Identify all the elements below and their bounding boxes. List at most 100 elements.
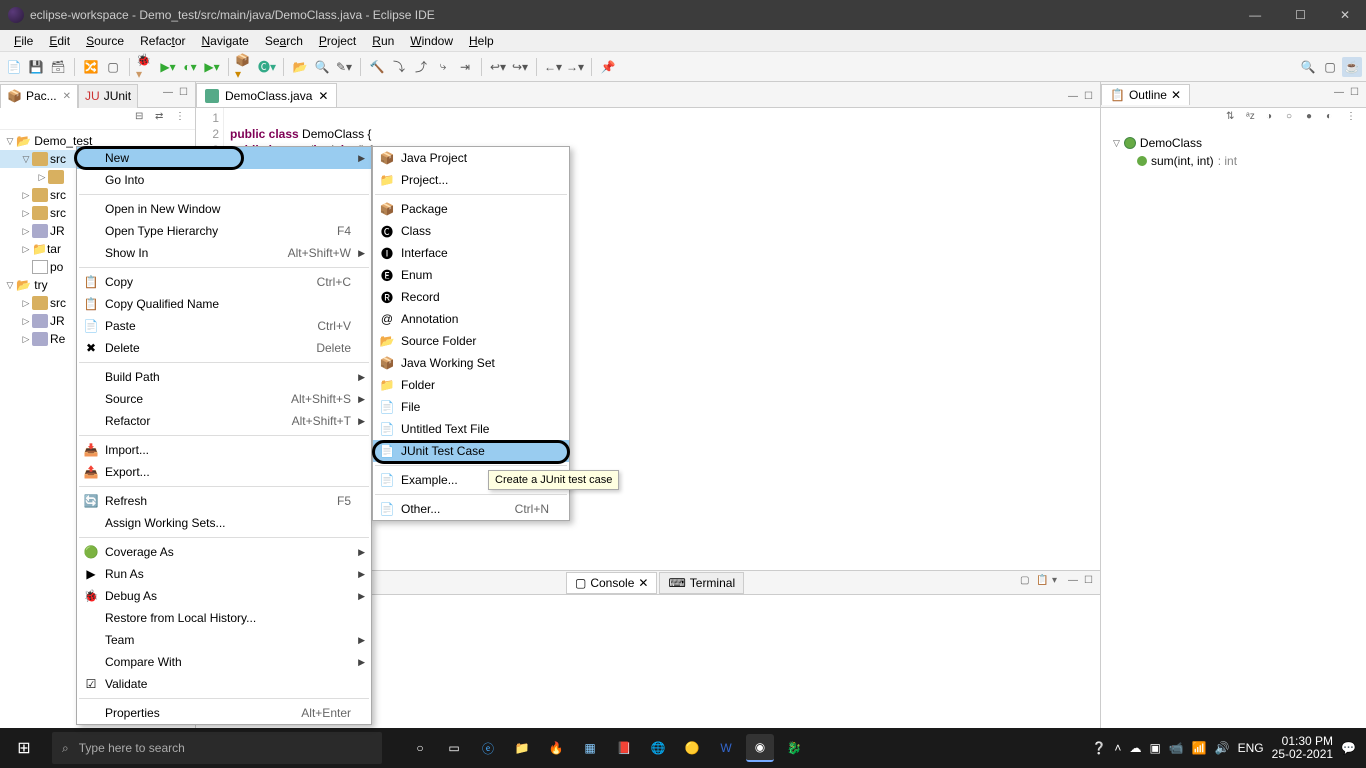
min-outline-icon[interactable]: ― — [1334, 87, 1350, 103]
menu-item-build-path[interactable]: Build Path▶ — [77, 366, 371, 388]
console-max-icon[interactable]: ☐ — [1084, 575, 1100, 591]
close-editor-icon[interactable]: ✕ — [318, 89, 328, 103]
menu-item-show-in[interactable]: Show InAlt+Shift+W▶ — [77, 242, 371, 264]
editor-tab-democlass[interactable]: DemoClass.java ✕ — [196, 83, 337, 107]
outline-class-node[interactable]: ▽DemoClass — [1105, 134, 1362, 152]
step2-icon[interactable]: ⤴ — [411, 57, 431, 77]
taskview-icon[interactable]: ▭ — [440, 734, 468, 762]
outline-method-node[interactable]: sum(int, int) : int — [1105, 152, 1362, 170]
menu-search[interactable]: Search — [257, 32, 311, 50]
newclass-icon[interactable]: 🅒▾ — [257, 57, 277, 77]
menu-item-refactor[interactable]: RefactorAlt+Shift+T▶ — [77, 410, 371, 432]
menu-item-refresh[interactable]: 🔄RefreshF5 — [77, 490, 371, 512]
junit-tab[interactable]: JU JUnit — [78, 84, 138, 108]
terminal-icon[interactable]: ▢ — [103, 57, 123, 77]
sort-icon[interactable]: ⇅ — [1226, 111, 1242, 127]
console-btn3[interactable]: ▾ — [1052, 575, 1068, 591]
coverage-icon[interactable]: ◐▾ — [180, 57, 200, 77]
persp-java-icon[interactable]: ☕ — [1342, 57, 1362, 77]
menu-item-project-[interactable]: 📁Project... — [373, 169, 569, 191]
close-button[interactable]: ✕ — [1332, 8, 1358, 22]
menu-item-validate[interactable]: ☑Validate — [77, 673, 371, 695]
hide-fields-icon[interactable]: ◑ — [1266, 111, 1282, 127]
menu-edit[interactable]: Edit — [41, 32, 78, 50]
tray-up-icon[interactable]: ˄ — [1114, 741, 1121, 755]
debug-icon[interactable]: 🐞▾ — [136, 57, 156, 77]
menu-item-export-[interactable]: 📤Export... — [77, 461, 371, 483]
menu-item-junit-test-case[interactable]: 📄JUnit Test Case — [373, 440, 569, 462]
search2-icon[interactable]: 🔍 — [312, 57, 332, 77]
opentype-icon[interactable]: 📂 — [290, 57, 310, 77]
close-tab-icon[interactable]: ✕ — [63, 91, 71, 102]
menu-item-annotation[interactable]: @Annotation — [373, 308, 569, 330]
tray-notif-icon[interactable]: 💬 — [1341, 741, 1356, 755]
app1-icon[interactable]: 🔥 — [542, 734, 570, 762]
nav2-icon[interactable]: ↪▾ — [510, 57, 530, 77]
max-editor-icon[interactable]: ☐ — [1084, 91, 1100, 107]
link-icon[interactable]: ⇄ — [155, 111, 171, 127]
menu-item-source-folder[interactable]: 📂Source Folder — [373, 330, 569, 352]
app2-icon[interactable]: 📕 — [610, 734, 638, 762]
tray-volume-icon[interactable]: 🔊 — [1215, 741, 1230, 755]
menu-item-compare-with[interactable]: Compare With▶ — [77, 651, 371, 673]
hide-nonpublic-icon[interactable]: ● — [1306, 111, 1322, 127]
explorer-icon[interactable]: 📁 — [508, 734, 536, 762]
taskbar-clock[interactable]: 01:30 PM 25-02-2021 — [1272, 735, 1333, 761]
menu-source[interactable]: Source — [78, 32, 132, 50]
tray-meet-icon[interactable]: 📹 — [1169, 741, 1184, 755]
ie-icon[interactable]: ⓔ — [474, 734, 502, 762]
menu-item-package[interactable]: 📦Package — [373, 198, 569, 220]
menu-item-import-[interactable]: 📥Import... — [77, 439, 371, 461]
menu-item-team[interactable]: Team▶ — [77, 629, 371, 651]
viewmenu-icon[interactable]: ⋮ — [175, 111, 191, 127]
console-tab[interactable]: ▢Console✕ — [566, 572, 657, 594]
tray-lang[interactable]: ENG — [1238, 741, 1264, 755]
menu-item-coverage-as[interactable]: 🟢Coverage As▶ — [77, 541, 371, 563]
menu-item-other-[interactable]: 📄Other...Ctrl+N — [373, 498, 569, 520]
max-view-icon[interactable]: ☐ — [179, 87, 195, 103]
outline-menu-icon[interactable]: ⋮ — [1346, 111, 1362, 127]
menu-item-folder[interactable]: 📁Folder — [373, 374, 569, 396]
menu-window[interactable]: Window — [402, 32, 461, 50]
step4-icon[interactable]: ⇥ — [455, 57, 475, 77]
package-explorer-tab[interactable]: 📦 Pac... ✕ — [0, 84, 78, 108]
build-icon[interactable]: 🔨 — [367, 57, 387, 77]
close-icon[interactable]: ✕ — [1171, 88, 1181, 102]
minimize-button[interactable]: ― — [1241, 8, 1269, 22]
maximize-button[interactable]: ☐ — [1287, 8, 1314, 22]
min-editor-icon[interactable]: ― — [1068, 91, 1084, 107]
menu-item-java-project[interactable]: 📦Java Project — [373, 147, 569, 169]
menu-item-go-into[interactable]: Go Into — [77, 169, 371, 191]
menu-file[interactable]: File — [6, 32, 41, 50]
min-view-icon[interactable]: ― — [163, 87, 179, 103]
menu-project[interactable]: Project — [311, 32, 364, 50]
tray-onedrive-icon[interactable]: ☁ — [1129, 741, 1141, 755]
wand-icon[interactable]: ✎▾ — [334, 57, 354, 77]
tray-help-icon[interactable]: ❔ — [1091, 741, 1106, 755]
menu-item-copy[interactable]: 📋CopyCtrl+C — [77, 271, 371, 293]
close-icon[interactable]: ✕ — [638, 576, 648, 590]
menu-item-copy-qualified-name[interactable]: 📋Copy Qualified Name — [77, 293, 371, 315]
menu-item-delete[interactable]: ✖DeleteDelete — [77, 337, 371, 359]
menu-help[interactable]: Help — [461, 32, 502, 50]
menu-item-restore-from-local-history-[interactable]: Restore from Local History... — [77, 607, 371, 629]
start-button[interactable]: ⊞ — [0, 728, 48, 768]
new-icon[interactable]: 📄 — [4, 57, 24, 77]
menu-item-properties[interactable]: PropertiesAlt+Enter — [77, 702, 371, 724]
menu-item-enum[interactable]: 🅔Enum — [373, 264, 569, 286]
search-toolbar-icon[interactable]: 🔍 — [1298, 57, 1318, 77]
eclipse-task-icon[interactable]: ◉ — [746, 734, 774, 762]
app3-icon[interactable]: 🐉 — [780, 734, 808, 762]
az-icon[interactable]: ᵃz — [1246, 111, 1262, 127]
menu-item-untitled-text-file[interactable]: 📄Untitled Text File — [373, 418, 569, 440]
nav1-icon[interactable]: ↩▾ — [488, 57, 508, 77]
collapse-icon[interactable]: ⊟ — [135, 111, 151, 127]
outline-tab[interactable]: 📋Outline✕ — [1101, 84, 1190, 105]
console-min-icon[interactable]: ― — [1068, 575, 1084, 591]
menu-refactor[interactable]: Refactor — [132, 32, 193, 50]
cortana-icon[interactable]: ○ — [406, 734, 434, 762]
menu-item-assign-working-sets-[interactable]: Assign Working Sets... — [77, 512, 371, 534]
menu-item-debug-as[interactable]: 🐞Debug As▶ — [77, 585, 371, 607]
menu-item-paste[interactable]: 📄PasteCtrl+V — [77, 315, 371, 337]
tray-wifi-icon[interactable]: 📶 — [1192, 741, 1207, 755]
